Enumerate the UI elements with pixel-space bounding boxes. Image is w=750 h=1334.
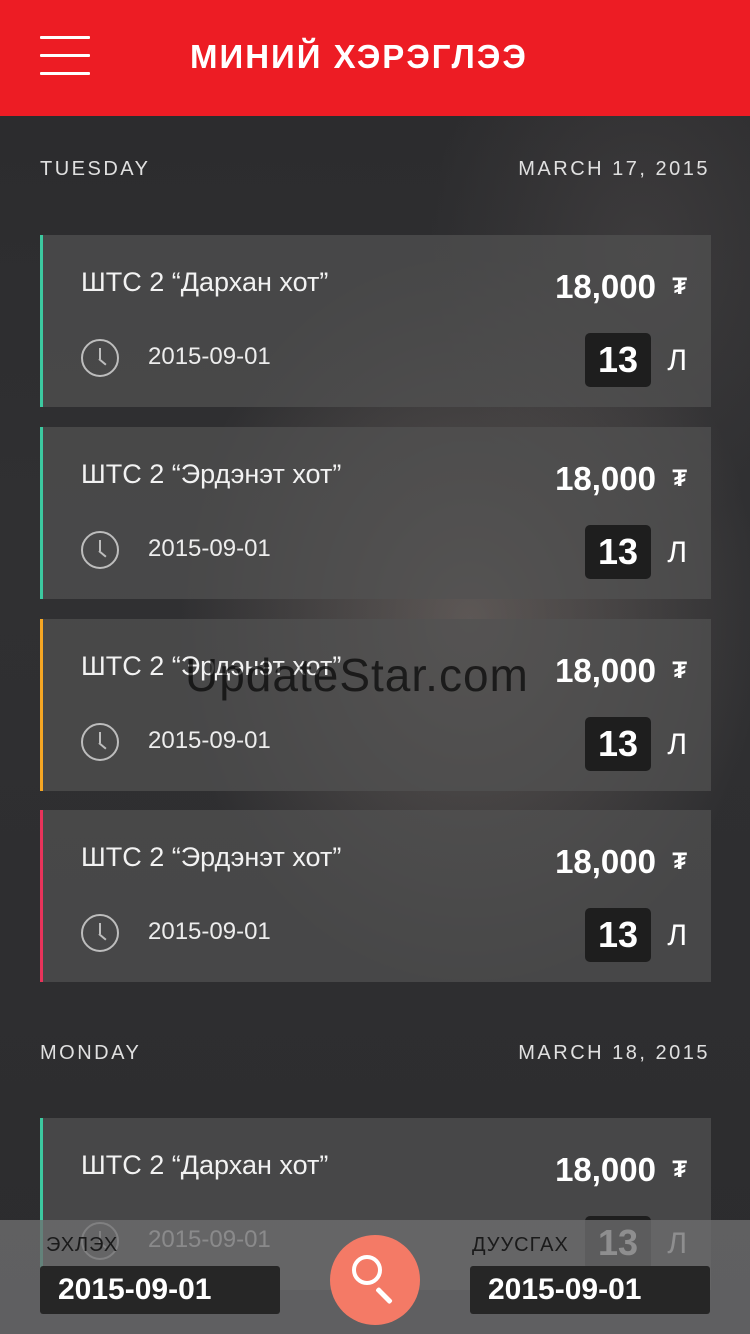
day-name: MONDAY [40,1042,142,1064]
hamburger-icon[interactable] [40,34,90,76]
start-date-label: ЭХЛЭХ [46,1234,119,1256]
watermark: UpdateStar.com [185,649,529,701]
litres-unit: Л [667,919,687,952]
litres-badge: 13 [585,717,651,771]
station-name: ШТС 2 “Эрдэнэт хот” [81,459,342,489]
clock-icon [81,531,119,569]
search-icon [352,1255,382,1285]
currency-icon: ₮ [672,465,687,492]
currency-icon: ₮ [672,848,687,875]
search-button[interactable] [330,1235,420,1325]
hamburger-line [40,72,90,75]
day-date: MARCH 17, 2015 [518,158,710,180]
day-name: TUESDAY [40,158,151,180]
clock-icon [81,723,119,761]
price-amount: 18,000 [555,268,656,305]
transaction-date: 2015-09-01 [148,343,271,370]
transaction-date: 2015-09-01 [148,727,271,754]
station-name: ШТС 2 “Дархан хот” [81,267,329,297]
day-header: MONDAY MARCH 18, 2015 [40,1042,710,1072]
search-icon-handle [375,1286,393,1305]
station-name: ШТС 2 “Дархан хот” [81,1150,329,1180]
clock-icon [81,339,119,377]
start-date-field[interactable]: 2015-09-01 [40,1266,280,1314]
litres-badge: 13 [585,333,651,387]
litres-badge: 13 [585,525,651,579]
end-date-field[interactable]: 2015-09-01 [470,1266,710,1314]
litres-badge: 13 [585,908,651,962]
hamburger-line [40,54,90,57]
price-amount: 18,000 [555,843,656,880]
currency-icon: ₮ [672,1156,687,1183]
transaction-card[interactable]: ШТС 2 “Эрдэнэт хот” 18,000 ₮ 2015-09-01 … [40,619,711,791]
clock-icon [81,914,119,952]
transaction-list[interactable]: TUESDAY MARCH 17, 2015 ШТС 2 “Дархан хот… [0,116,750,1334]
currency-icon: ₮ [672,273,687,300]
litres-unit: Л [667,344,687,377]
page-title: МИНИЙ ХЭРЭГЛЭЭ [190,38,528,75]
litres-unit: Л [667,536,687,569]
currency-icon: ₮ [672,657,687,684]
hamburger-line [40,36,90,39]
transaction-card[interactable]: ШТС 2 “Эрдэнэт хот” 18,000 ₮ 2015-09-01 … [40,427,711,599]
transaction-card[interactable]: ШТС 2 “Дархан хот” 18,000 ₮ 2015-09-01 1… [40,235,711,407]
transaction-date: 2015-09-01 [148,535,271,562]
price-amount: 18,000 [555,460,656,497]
price-amount: 18,000 [555,652,656,689]
day-date: MARCH 18, 2015 [518,1042,710,1064]
end-date-label: ДУУСГАХ [472,1234,569,1256]
transaction-card[interactable]: ШТС 2 “Эрдэнэт хот” 18,000 ₮ 2015-09-01 … [40,810,711,982]
litres-unit: Л [667,728,687,761]
station-name: ШТС 2 “Эрдэнэт хот” [81,842,342,872]
price-amount: 18,000 [555,1151,656,1188]
top-bar: МИНИЙ ХЭРЭГЛЭЭ [0,0,750,116]
day-header: TUESDAY MARCH 17, 2015 [40,158,710,188]
transaction-date: 2015-09-01 [148,918,271,945]
date-filter-bar: ЭХЛЭХ 2015-09-01 ДУУСГАХ 2015-09-01 [0,1220,750,1334]
